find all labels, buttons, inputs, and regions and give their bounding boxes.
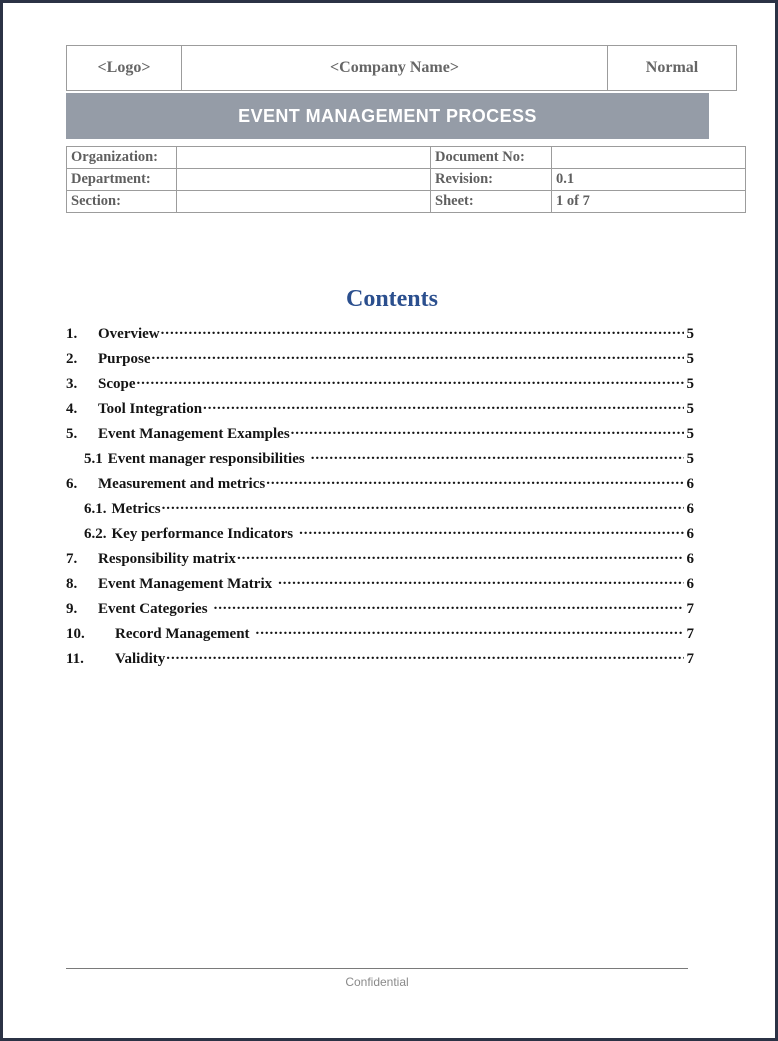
- meta-value-section: [176, 190, 431, 213]
- page-title: EVENT MANAGEMENT PROCESS: [238, 105, 537, 126]
- toc-leader-dots: [237, 548, 684, 563]
- toc-entry-number: 6.: [66, 476, 78, 492]
- toc-entry-number: 7.: [66, 551, 78, 567]
- table-of-contents: 1. Overview 5 2. Purpose 5 3. Scope 5 4.…: [66, 323, 694, 673]
- toc-leader-dots: [137, 373, 685, 388]
- toc-entry-label: Event Management Examples: [98, 426, 290, 442]
- toc-entry-page: 6: [686, 476, 695, 492]
- toc-entry-label: Event Categories: [98, 601, 208, 617]
- toc-entry-page: 7: [686, 626, 695, 642]
- toc-leader-dots: [161, 323, 684, 338]
- toc-leader-dots: [299, 523, 684, 538]
- toc-entry-number: 2.: [66, 351, 78, 367]
- meta-value-organization: [176, 146, 431, 169]
- toc-leader-dots: [291, 423, 684, 438]
- toc-entry-page: 5: [686, 326, 695, 342]
- toc-entry-label: Overview: [98, 326, 160, 342]
- toc-entry-page: 6: [686, 501, 695, 517]
- toc-entry-number: 6.2.: [84, 526, 107, 542]
- toc-entry-event-manager-responsibilities[interactable]: 5.1 Event manager responsibilities 5: [66, 448, 694, 473]
- toc-leader-dots: [278, 573, 684, 588]
- toc-entry-page: 6: [686, 526, 695, 542]
- toc-entry-page: 6: [686, 576, 695, 592]
- contents-heading: Contents: [345, 286, 438, 312]
- table-row: <Logo> <Company Name> Normal: [66, 45, 737, 91]
- toc-entry-label: Record Management: [115, 626, 250, 642]
- toc-entry-number: 5.1: [84, 451, 103, 467]
- meta-label-document-no: Document No:: [430, 146, 552, 169]
- logo-cell: <Logo>: [66, 45, 182, 91]
- toc-leader-dots: [311, 448, 684, 463]
- toc-entry-page: 5: [686, 376, 695, 392]
- table-row: Organization: Document No:: [66, 146, 746, 169]
- toc-entry-key-performance-indicators[interactable]: 6.2. Key performance Indicators 6: [66, 523, 694, 548]
- meta-label-revision: Revision:: [430, 168, 552, 191]
- toc-leader-dots: [166, 648, 684, 663]
- toc-entry-label: Validity: [115, 651, 166, 667]
- toc-entry-overview[interactable]: 1. Overview 5: [66, 323, 694, 348]
- toc-leader-dots: [214, 598, 684, 613]
- toc-entry-number: 9.: [66, 601, 78, 617]
- toc-entry-number: 11.: [66, 651, 84, 667]
- table-row: Section: Sheet: 1 of 7: [66, 190, 746, 213]
- toc-entry-page: 6: [686, 551, 695, 567]
- toc-entry-label: Measurement and metrics: [98, 476, 266, 492]
- meta-value-document-no: [551, 146, 746, 169]
- meta-label-sheet: Sheet:: [430, 190, 552, 213]
- toc-entry-label: Event manager responsibilities: [107, 451, 305, 467]
- meta-value-department: [176, 168, 431, 191]
- company-name-cell: <Company Name>: [181, 45, 608, 91]
- toc-entry-responsibility-matrix[interactable]: 7. Responsibility matrix 6: [66, 548, 694, 573]
- toc-entry-label: Key performance Indicators: [111, 526, 294, 542]
- toc-leader-dots: [152, 348, 685, 363]
- meta-label-organization: Organization:: [66, 146, 177, 169]
- toc-entry-number: 6.1.: [84, 501, 107, 517]
- toc-entry-tool-integration[interactable]: 4. Tool Integration 5: [66, 398, 694, 423]
- toc-entry-number: 4.: [66, 401, 78, 417]
- document-meta-table: Organization: Document No: Department: R…: [66, 146, 746, 213]
- toc-entry-label: Event Management Matrix: [98, 576, 273, 592]
- table-row: Department: Revision: 0.1: [66, 168, 746, 191]
- toc-entry-number: 3.: [66, 376, 78, 392]
- toc-entry-number: 8.: [66, 576, 78, 592]
- document-page: <Logo> <Company Name> Normal EVENT MANAG…: [0, 0, 778, 1041]
- meta-value-sheet: 1 of 7: [551, 190, 746, 213]
- toc-entry-page: 7: [686, 651, 695, 667]
- toc-entry-page: 5: [686, 451, 695, 467]
- toc-leader-dots: [162, 498, 684, 513]
- status-cell: Normal: [607, 45, 737, 91]
- toc-entry-page: 5: [686, 351, 695, 367]
- toc-entry-event-categories[interactable]: 9. Event Categories 7: [66, 598, 694, 623]
- toc-entry-event-management-matrix[interactable]: 8. Event Management Matrix 6: [66, 573, 694, 598]
- document-header-table: <Logo> <Company Name> Normal: [66, 45, 737, 91]
- footer-confidential-label: Confidential: [345, 975, 409, 989]
- toc-entry-label: Responsibility matrix: [98, 551, 236, 567]
- toc-leader-dots: [266, 473, 684, 488]
- toc-entry-page: 7: [686, 601, 695, 617]
- toc-entry-metrics[interactable]: 6.1. Metrics 6: [66, 498, 694, 523]
- toc-entry-number: 1.: [66, 326, 78, 342]
- toc-entry-event-management-examples[interactable]: 5. Event Management Examples 5: [66, 423, 694, 448]
- toc-entry-label: Purpose: [98, 351, 151, 367]
- toc-entry-validity[interactable]: 11. Validity 7: [66, 648, 694, 673]
- toc-entry-label: Metrics: [111, 501, 161, 517]
- toc-entry-number: 5.: [66, 426, 78, 442]
- document-title-bar: EVENT MANAGEMENT PROCESS: [66, 93, 709, 139]
- toc-entry-page: 5: [686, 401, 695, 417]
- toc-entry-number: 10.: [66, 626, 85, 642]
- toc-entry-label: Scope: [98, 376, 136, 392]
- toc-entry-label: Tool Integration: [98, 401, 203, 417]
- toc-entry-purpose[interactable]: 2. Purpose 5: [66, 348, 694, 373]
- meta-label-department: Department:: [66, 168, 177, 191]
- toc-entry-page: 5: [686, 426, 695, 442]
- meta-label-section: Section:: [66, 190, 177, 213]
- toc-leader-dots: [203, 398, 684, 413]
- toc-entry-scope[interactable]: 3. Scope 5: [66, 373, 694, 398]
- toc-entry-measurement-and-metrics[interactable]: 6. Measurement and metrics 6: [66, 473, 694, 498]
- toc-entry-record-management[interactable]: 10. Record Management 7: [66, 623, 694, 648]
- footer-divider: [66, 968, 688, 969]
- toc-leader-dots: [256, 623, 684, 638]
- meta-value-revision: 0.1: [551, 168, 746, 191]
